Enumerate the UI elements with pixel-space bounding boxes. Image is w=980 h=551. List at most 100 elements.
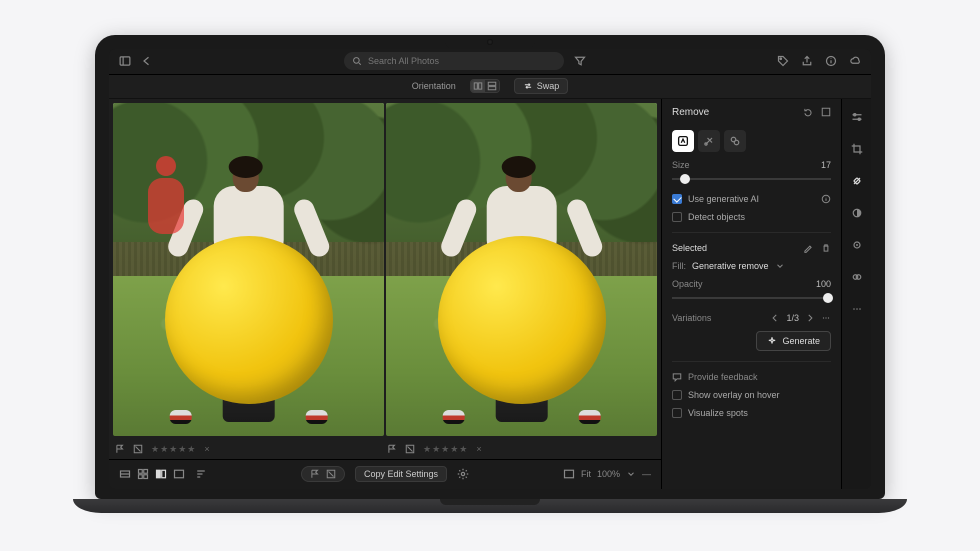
sparkle-icon [767, 336, 777, 346]
chat-icon [672, 372, 682, 382]
right-wrap: Remove [661, 99, 871, 489]
swap-label: Swap [537, 81, 560, 91]
fill-dropdown[interactable]: Fill: Generative remove [672, 261, 831, 271]
opacity-label: Opacity [672, 279, 703, 289]
display-notch [445, 35, 535, 49]
presets-icon[interactable] [847, 267, 867, 287]
filmstrip-icon[interactable] [119, 468, 131, 480]
topbar: Search All Photos [109, 49, 871, 75]
more-icon[interactable] [821, 313, 831, 323]
chevron-down-icon [775, 261, 785, 271]
star-rating[interactable]: ★★★★★ [423, 444, 468, 455]
zoom-group: Fit 100% — [563, 468, 651, 480]
opacity-slider[interactable] [672, 291, 831, 305]
flag-filter-pill[interactable] [301, 466, 345, 482]
fit-icon[interactable] [563, 468, 575, 480]
laptop-mockup: Search All Photos [95, 35, 885, 517]
heal-tool[interactable] [698, 130, 720, 152]
bottombar: Copy Edit Settings Fit 100% — [109, 459, 661, 489]
search-icon [352, 56, 362, 66]
show-overlay-checkbox[interactable]: Show overlay on hover [672, 390, 831, 400]
crop-icon[interactable] [847, 139, 867, 159]
tag-icon[interactable] [777, 55, 789, 67]
reset-icon[interactable] [803, 107, 813, 117]
close-icon[interactable]: × [204, 444, 209, 454]
size-value: 17 [821, 160, 831, 170]
sidebar-toggle-icon[interactable] [119, 55, 131, 67]
share-icon[interactable] [801, 55, 813, 67]
app-window: Search All Photos [109, 49, 871, 489]
heal-tool-row [672, 130, 831, 152]
camera-dot [487, 39, 493, 45]
size-label: Size [672, 160, 690, 170]
right-toolstrip [841, 99, 871, 489]
orientation-segmented[interactable] [470, 79, 500, 93]
yellow-ball [437, 236, 605, 404]
search-input[interactable]: Search All Photos [344, 52, 564, 70]
detect-objects-checkbox[interactable]: Detect objects [672, 212, 831, 222]
after-photo[interactable] [386, 103, 657, 436]
flag-icon[interactable] [387, 444, 397, 454]
removal-mask-overlay [146, 156, 186, 236]
photo-footer: ★★★★★ × ★★★★★ × [109, 440, 661, 459]
star-rating[interactable]: ★★★★★ [151, 444, 196, 455]
remove-tool[interactable] [672, 130, 694, 152]
canvas-area: ★★★★★ × ★★★★★ × [109, 99, 661, 489]
selected-header: Selected [672, 243, 831, 253]
edit-sliders-icon[interactable] [847, 107, 867, 127]
selected-label: Selected [672, 243, 707, 253]
copy-edit-settings-button[interactable]: Copy Edit Settings [355, 466, 447, 482]
chevron-down-icon[interactable] [626, 469, 636, 479]
variations-value: 1/3 [786, 313, 799, 323]
clone-tool[interactable] [724, 130, 746, 152]
generate-button[interactable]: Generate [756, 331, 831, 351]
orientation-side-by-side[interactable] [471, 80, 485, 92]
visualize-spots-checkbox[interactable]: Visualize spots [672, 408, 831, 418]
panel-title: Remove [672, 107, 709, 118]
close-icon[interactable]: × [476, 444, 481, 454]
flag-icon[interactable] [115, 444, 125, 454]
laptop-bezel: Search All Photos [95, 35, 885, 499]
mask-icon[interactable] [847, 203, 867, 223]
single-view-icon[interactable] [173, 468, 185, 480]
size-slider[interactable] [672, 172, 831, 186]
opacity-value: 100 [816, 279, 831, 289]
reject-icon [326, 469, 336, 479]
before-photo-meta: ★★★★★ × [115, 444, 383, 455]
orientation-label: Orientation [412, 81, 456, 91]
chevron-right-icon[interactable] [805, 313, 815, 323]
yellow-ball [164, 236, 332, 404]
filter-icon[interactable] [574, 55, 586, 67]
redeye-icon[interactable] [847, 235, 867, 255]
reject-icon[interactable] [405, 444, 415, 454]
main-area: ★★★★★ × ★★★★★ × [109, 99, 871, 489]
sort-icon[interactable] [195, 468, 207, 480]
grid-view-icon[interactable] [137, 468, 149, 480]
compare-view [109, 99, 661, 440]
info-icon[interactable] [825, 55, 837, 67]
orientation-stacked[interactable] [485, 80, 499, 92]
compare-view-icon[interactable] [155, 468, 167, 480]
reject-icon[interactable] [133, 444, 143, 454]
after-photo-meta: ★★★★★ × [387, 444, 655, 455]
gear-icon[interactable] [457, 468, 469, 480]
variations-label: Variations [672, 313, 711, 323]
info-icon[interactable] [821, 194, 831, 204]
chevron-left-icon[interactable] [770, 313, 780, 323]
fit-label[interactable]: Fit [581, 469, 591, 479]
more-tools-icon[interactable] [847, 299, 867, 319]
zoom-value[interactable]: 100% [597, 469, 620, 479]
provide-feedback-link[interactable]: Provide feedback [672, 372, 831, 382]
trash-icon[interactable] [821, 243, 831, 253]
before-photo[interactable] [113, 103, 384, 436]
back-arrow-icon[interactable] [141, 55, 153, 67]
cloud-sync-icon[interactable] [849, 55, 861, 67]
panel-menu-icon[interactable] [821, 107, 831, 117]
compare-toolbar: Orientation Swap [109, 75, 871, 99]
search-placeholder: Search All Photos [368, 56, 439, 66]
use-generative-ai-checkbox[interactable]: Use generative AI [672, 194, 759, 204]
edit-icon[interactable] [803, 243, 813, 253]
healing-icon[interactable] [847, 171, 867, 191]
swap-button[interactable]: Swap [514, 78, 569, 94]
laptop-base [73, 499, 907, 513]
